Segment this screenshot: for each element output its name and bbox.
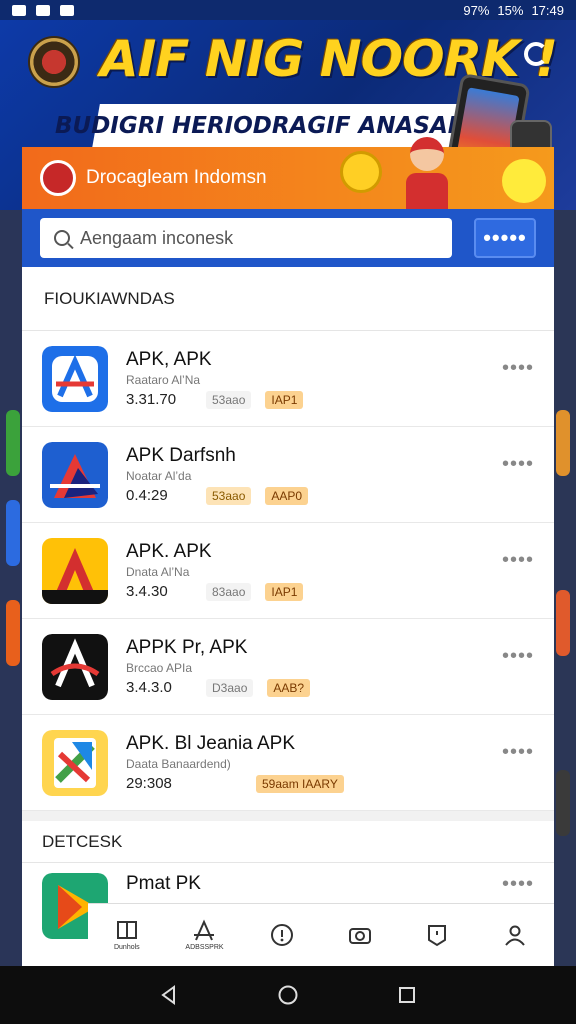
app-version: 3.4.3.0 [126,679,172,696]
system-navigation-bar [0,966,576,1024]
app-name: APPK Pr, APK [126,636,248,658]
signal-text: 15% [497,2,524,18]
apk-app-icon [42,537,108,604]
nav-info[interactable] [257,910,307,960]
clock: 17:49 [531,2,564,18]
apk-app-icon [42,633,108,700]
list-item[interactable]: APK, APK Raataro Al’Na 3.31.70 53aao IAP… [22,331,554,427]
recents-icon[interactable] [396,984,418,1006]
app-version: 3.31.70 [126,391,177,408]
app-version: 29:308 [126,775,172,792]
row-menu-icon[interactable]: •••• [502,741,534,764]
list-item[interactable]: APPK Pr, APK Brccao APIa 3.4.3.0 D3aao A… [22,619,554,715]
app-developer: Raataro Al’Na [126,372,201,387]
promo-label: Drocagleam Indomsn [86,167,267,188]
status-bar: 97% 15% 17:49 [0,0,576,20]
search-box[interactable] [40,218,452,258]
bottom-navigation: Dunhols ADBSSPRK [88,903,554,965]
app-badge: AAP0 [265,486,309,505]
refresh-icon[interactable] [524,42,548,66]
app-size: 83aao [206,582,252,601]
app-size: D3aao [206,678,254,697]
mascot-avatar [40,160,76,196]
app-version: 3.4.30 [126,583,168,600]
coin-icon [340,151,382,193]
notification-icon [60,4,74,16]
section-title: FIOUKIAWNDAS [22,267,554,331]
battery-text: 97% [463,2,490,18]
book-icon [116,921,137,939]
nav-book[interactable]: Dunhols [102,910,152,960]
apk-app-icon [42,345,108,412]
row-menu-icon[interactable]: •••• [502,873,534,896]
notification-icon [36,4,50,16]
app-developer: Daata Banaardend) [126,756,231,771]
row-menu-icon[interactable]: •••• [502,453,534,476]
status-right: 97% 15% 17:49 [463,3,564,18]
nav-profile[interactable] [490,910,540,960]
app-name: APK. Bl Jeania APK [126,732,295,754]
back-icon[interactable] [158,984,180,1006]
app-badge: IAP1 [265,582,304,601]
emblem-logo [28,36,80,88]
app-developer: Noatar Al’da [126,468,192,483]
backdrop-left [0,210,22,970]
profile-icon [505,925,525,946]
search-input[interactable] [80,227,430,249]
row-menu-icon[interactable]: •••• [502,357,534,380]
app-size: 53aao [206,486,252,505]
info-icon [271,923,294,946]
app-name: APK. APK [126,540,212,562]
app-name: APK, APK [126,348,212,370]
promo-sticker [502,159,546,203]
notification-icons [12,4,74,16]
promo-banner[interactable]: Drocagleam Indomsn [22,137,554,209]
app-size: 53aao [206,390,252,409]
app-version: 0.4:29 [126,487,168,504]
apk-app-icon [42,441,108,508]
badge-icon [428,924,447,946]
row-menu-icon[interactable]: •••• [502,645,534,668]
app-badge: AAB? [267,678,311,697]
notification-icon [12,4,26,16]
mascot-illustration [398,133,456,209]
home-icon[interactable] [277,984,299,1006]
app-badge: 59aam IAARY [256,774,344,793]
camera-icon [348,927,371,944]
apk-app-icon [42,729,108,796]
app-name: Pmat PK [126,873,201,894]
nav-camera[interactable] [335,910,385,960]
apk-icon [194,919,215,941]
list-item[interactable]: APK Darfsnh Noatar Al’da 0.4:29 53aao AA… [22,427,554,523]
app-developer: Dnata Al’Na [126,564,190,579]
backdrop-right [554,210,576,970]
app-badge: IAP1 [265,390,304,409]
search-bar: ••••• [22,209,554,267]
app-list-sheet: ••••• FIOUKIAWNDAS APK, APK Raataro Al’N… [22,209,554,966]
app-developer: Brccao APIa [126,660,193,675]
search-icon [54,230,70,246]
list-item[interactable]: APK. APK Dnata Al’Na 3.4.30 83aao IAP1 •… [22,523,554,619]
more-button[interactable]: ••••• [474,218,536,258]
app-name: APK Darfsnh [126,444,236,466]
nav-apk[interactable]: ADBSSPRK [179,910,229,960]
row-menu-icon[interactable]: •••• [502,549,534,572]
list-item[interactable]: APK. Bl Jeania APK Daata Banaardend) 29:… [22,715,554,811]
nav-badge[interactable] [412,910,462,960]
section-title: DETCESK [22,811,554,863]
